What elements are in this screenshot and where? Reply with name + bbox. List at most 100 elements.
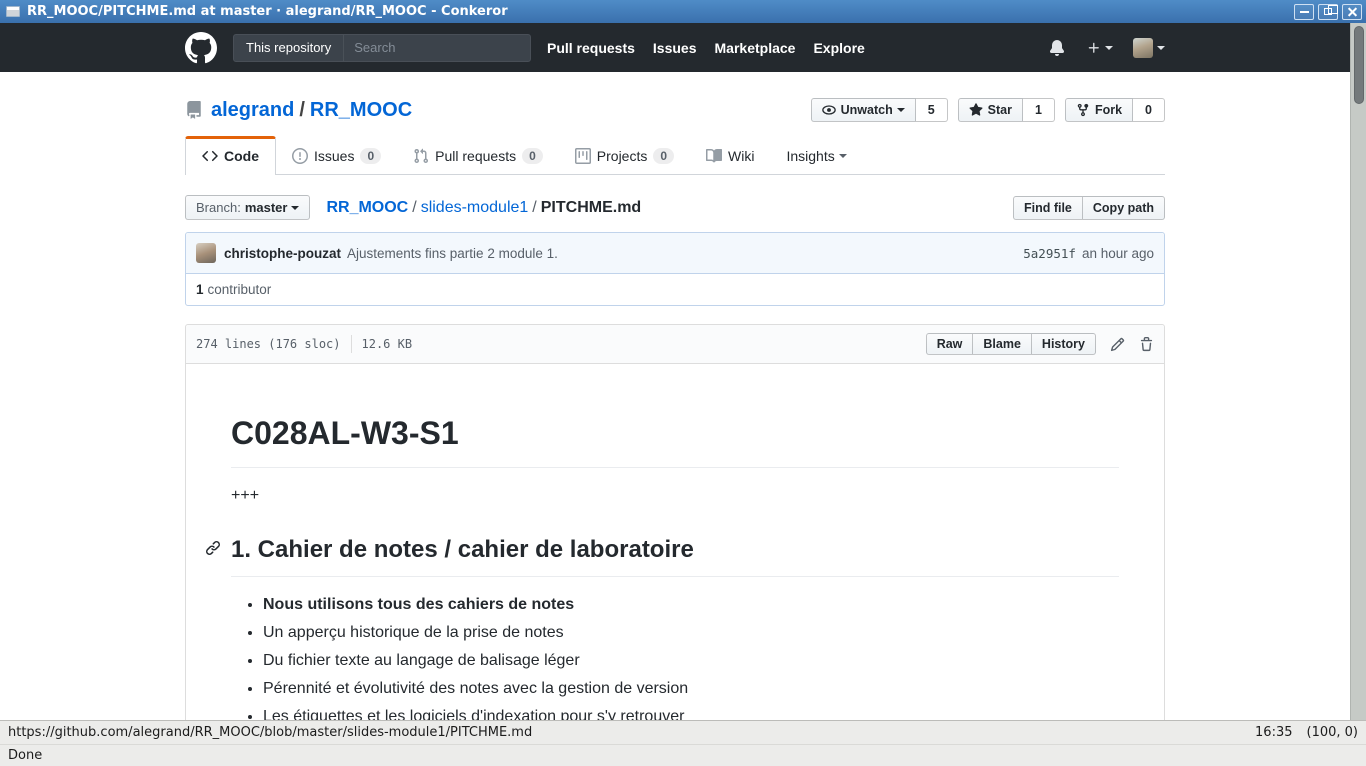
edit-pencil-icon[interactable]: [1110, 337, 1125, 352]
fork-count[interactable]: 0: [1133, 98, 1165, 122]
chevron-down-icon: [897, 108, 905, 112]
branch-label: Branch:: [196, 200, 241, 215]
tab-pull-requests[interactable]: Pull requests 0: [397, 136, 559, 175]
commit-message-link[interactable]: Ajustements fins partie 2 module 1.: [347, 246, 558, 261]
commit-row: christophe-pouzat Ajustements fins parti…: [186, 233, 1164, 273]
list-item: Les étiquettes et les logiciels d'indexa…: [263, 705, 1119, 720]
file-box: 274 lines (176 sloc) 12.6 KB Raw Blame H…: [185, 324, 1165, 720]
unwatch-label: Unwatch: [841, 103, 893, 117]
minimize-icon: [1300, 11, 1309, 13]
anchor-link-icon[interactable]: [205, 540, 221, 556]
branch-select-button[interactable]: Branch: master: [185, 195, 310, 220]
unwatch-button[interactable]: Unwatch: [811, 98, 916, 122]
repo-head: alegrand / RR_MOOC Unwatch 5: [185, 72, 1165, 122]
raw-button[interactable]: Raw: [926, 333, 974, 355]
history-button[interactable]: History: [1032, 333, 1096, 355]
breadcrumb-file-name: PITCHME.md: [541, 199, 641, 216]
breadcrumb-dir-link[interactable]: slides-module1: [421, 199, 529, 216]
code-icon: [202, 148, 218, 164]
issue-icon: [292, 148, 308, 164]
browser-statusbar: https://github.com/alegrand/RR_MOOC/blob…: [0, 720, 1366, 766]
restore-button[interactable]: [1318, 4, 1338, 20]
notifications-bell-icon[interactable]: [1049, 40, 1065, 56]
vertical-scrollbar[interactable]: [1350, 23, 1366, 720]
blame-button[interactable]: Blame: [973, 333, 1032, 355]
chevron-down-icon: [1157, 46, 1165, 50]
wiki-book-icon: [706, 148, 722, 164]
scrollbar-thumb[interactable]: [1354, 26, 1364, 104]
status-clock: 16:35: [1255, 725, 1292, 740]
minimize-button[interactable]: [1294, 4, 1314, 20]
list-item: Nous utilisons tous des cahiers de notes: [263, 593, 1119, 617]
tab-projects-label: Projects: [597, 148, 648, 164]
search-input[interactable]: [344, 40, 504, 55]
nav-pull-requests[interactable]: Pull requests: [547, 40, 635, 56]
nav-explore[interactable]: Explore: [813, 40, 864, 56]
doc-bullet-list: Nous utilisons tous des cahiers de notes…: [231, 593, 1119, 720]
github-header: This repository Pull requests Issues Mar…: [0, 23, 1350, 72]
watch-count[interactable]: 5: [916, 98, 948, 122]
doc-section-heading: 1. Cahier de notes / cahier de laboratoi…: [231, 532, 1119, 577]
delete-trash-icon[interactable]: [1139, 337, 1154, 352]
commit-author-avatar[interactable]: [196, 243, 216, 263]
header-nav: Pull requests Issues Marketplace Explore: [547, 40, 883, 56]
browser-viewport: This repository Pull requests Issues Mar…: [0, 23, 1366, 720]
tab-insights-label: Insights: [786, 148, 834, 164]
star-label: Star: [988, 103, 1012, 117]
commit-sha-link[interactable]: 5a2951f: [1023, 246, 1076, 261]
repo-owner-link[interactable]: alegrand: [211, 99, 294, 122]
close-icon: [1347, 6, 1358, 17]
star-button[interactable]: Star: [958, 98, 1023, 122]
list-item: Pérennité et évolutivité des notes avec …: [263, 677, 1119, 701]
status-url: https://github.com/alegrand/RR_MOOC/blob…: [8, 725, 1255, 740]
tab-wiki-label: Wiki: [728, 148, 754, 164]
github-logo-icon[interactable]: [185, 32, 217, 64]
list-item: Du fichier texte au langage de balisage …: [263, 649, 1119, 673]
chevron-down-icon: [839, 154, 847, 158]
tab-code[interactable]: Code: [185, 136, 276, 175]
nav-issues[interactable]: Issues: [653, 40, 697, 56]
breadcrumb-repo-link[interactable]: RR_MOOC: [326, 199, 408, 216]
repo-name-link[interactable]: RR_MOOC: [310, 99, 412, 122]
close-button[interactable]: [1342, 4, 1362, 20]
commit-author-link[interactable]: christophe-pouzat: [224, 246, 341, 261]
breadcrumb: RR_MOOC/slides-module1/PITCHME.md: [326, 199, 641, 217]
tab-wiki[interactable]: Wiki: [690, 136, 770, 175]
fork-button[interactable]: Fork: [1065, 98, 1133, 122]
tab-issues-label: Issues: [314, 148, 354, 164]
plus-icon: [1087, 41, 1101, 55]
commit-time: an hour ago: [1082, 246, 1154, 261]
star-count[interactable]: 1: [1023, 98, 1055, 122]
tab-pull-requests-label: Pull requests: [435, 148, 516, 164]
status-scroll-position: (100, 0): [1307, 725, 1359, 740]
search-box[interactable]: This repository: [233, 34, 531, 62]
breadcrumb-separator: /: [412, 199, 416, 216]
user-menu-button[interactable]: [1133, 38, 1165, 58]
slide-separator: +++: [231, 484, 1119, 508]
eye-icon: [822, 103, 836, 117]
doc-title: C028AL-W3-S1: [231, 409, 1119, 468]
find-file-button[interactable]: Find file: [1013, 196, 1083, 220]
copy-path-button[interactable]: Copy path: [1083, 196, 1165, 220]
tab-issues[interactable]: Issues 0: [276, 136, 397, 175]
fork-group: Fork 0: [1065, 98, 1165, 122]
chevron-down-icon: [291, 206, 299, 210]
latest-commit-box: christophe-pouzat Ajustements fins parti…: [185, 232, 1165, 306]
window-titlebar: RR_MOOC/PITCHME.md at master · alegrand/…: [0, 0, 1366, 23]
contributors-row[interactable]: 1contributor: [186, 273, 1164, 305]
fork-label: Fork: [1095, 103, 1122, 117]
breadcrumb-separator: /: [532, 199, 536, 216]
issues-counter: 0: [360, 148, 381, 164]
tab-insights[interactable]: Insights: [770, 136, 862, 175]
pull-requests-counter: 0: [522, 148, 543, 164]
watch-group: Unwatch 5: [811, 98, 948, 122]
nav-marketplace[interactable]: Marketplace: [715, 40, 796, 56]
tab-projects[interactable]: Projects 0: [559, 136, 690, 175]
chevron-down-icon: [1105, 46, 1113, 50]
repo-title: alegrand / RR_MOOC: [185, 99, 412, 122]
window-icon: [6, 6, 20, 17]
file-info: 274 lines (176 sloc) 12.6 KB: [196, 335, 412, 353]
repo-separator: /: [299, 99, 305, 122]
create-new-button[interactable]: [1087, 41, 1113, 55]
user-avatar: [1133, 38, 1153, 58]
